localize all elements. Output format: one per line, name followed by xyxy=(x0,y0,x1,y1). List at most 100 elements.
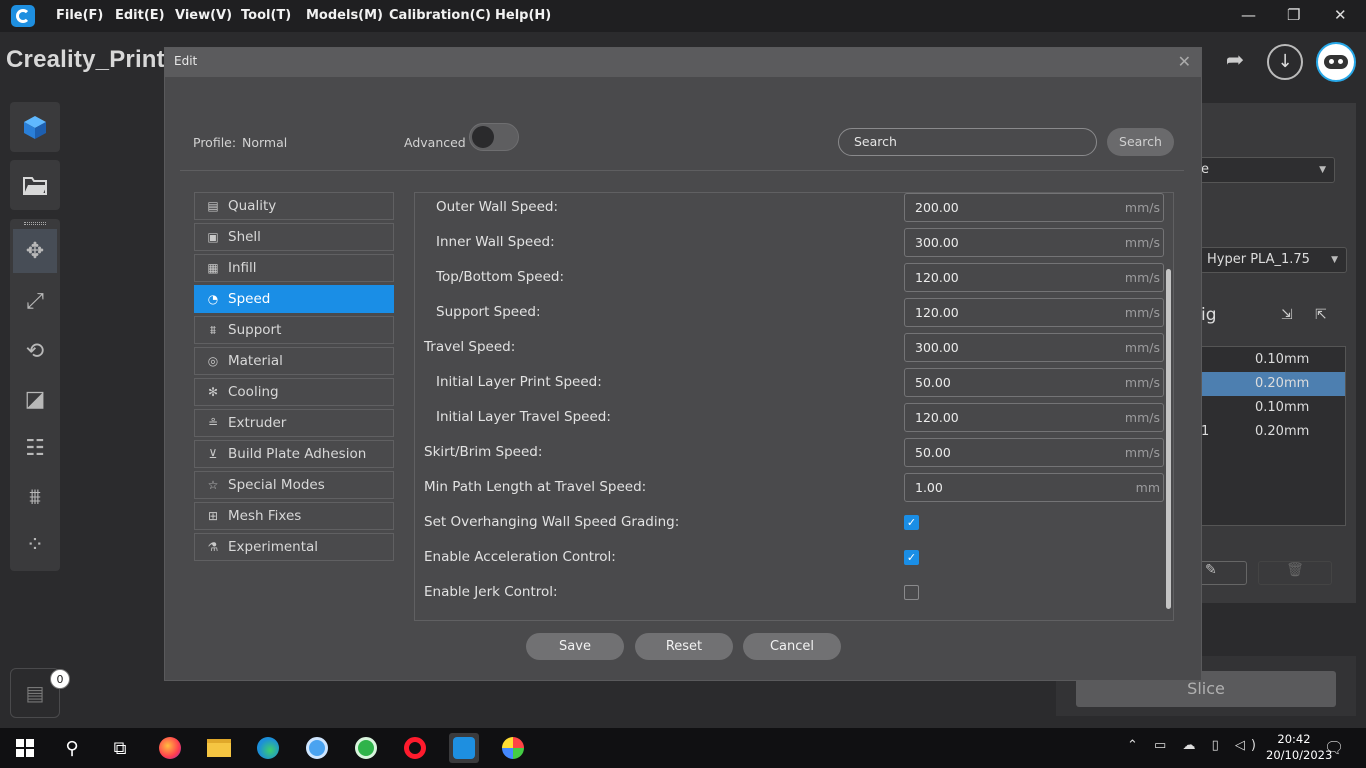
list-item[interactable]: 0.10mm xyxy=(1201,348,1345,372)
list-item[interactable]: 0.10mm xyxy=(1201,396,1345,420)
scrollbar[interactable] xyxy=(1166,269,1171,609)
category-quality[interactable]: ▤ Quality xyxy=(194,192,394,220)
profile-label: Profile: xyxy=(193,135,237,150)
preset-select-value: e xyxy=(1201,162,1209,177)
windows-start-icon[interactable] xyxy=(10,733,40,763)
minimize-button[interactable]: — xyxy=(1241,6,1256,24)
category-extruder[interactable]: ≗ Extruder xyxy=(194,409,394,437)
setting-value-field[interactable]: 120.00 mm/s xyxy=(904,403,1164,432)
category-special-modes[interactable]: ☆ Special Modes xyxy=(194,471,394,499)
system-tray[interactable]: ⌃ ▭ ☁ ▯ ◁) xyxy=(1127,738,1262,753)
menu-file[interactable]: File(F) xyxy=(56,8,103,23)
camera-app-icon[interactable] xyxy=(302,733,332,763)
green-app-icon[interactable] xyxy=(351,733,381,763)
list-tool-icon[interactable]: ☷ xyxy=(13,426,57,470)
advanced-toggle[interactable] xyxy=(469,123,519,151)
setting-value-field[interactable]: 50.00 mm/s xyxy=(904,438,1164,467)
category-support[interactable]: ⩩ Support xyxy=(194,316,394,344)
open-folder-icon[interactable] xyxy=(13,163,57,207)
setting-value: 300.00 xyxy=(915,340,959,355)
creality-print-icon[interactable] xyxy=(449,733,479,763)
search-icon[interactable]: ⚲ xyxy=(57,733,87,763)
setting-row: Enable Acceleration Control: ✓ xyxy=(415,540,1167,575)
preset-select[interactable]: e ▼ xyxy=(1194,157,1335,183)
redo-icon[interactable]: ➦ xyxy=(1220,46,1250,76)
setting-value-field[interactable]: 120.00 mm/s xyxy=(904,298,1164,327)
task-view-icon[interactable]: ⧉ xyxy=(105,733,135,763)
dialog-title: Edit xyxy=(174,54,198,68)
category-label: Experimental xyxy=(228,539,319,555)
maximize-button[interactable]: ❐ xyxy=(1287,6,1300,24)
menu-tool[interactable]: Tool(T) xyxy=(241,8,291,23)
drag-handle-icon[interactable] xyxy=(24,222,46,225)
lay-flat-tool-icon[interactable]: ◪ xyxy=(13,377,57,421)
search-button[interactable]: Search xyxy=(1107,128,1174,156)
setting-row: Enable Jerk Control: xyxy=(415,575,1167,610)
edge-icon[interactable] xyxy=(253,733,283,763)
setting-checkbox[interactable]: ✓ xyxy=(904,515,919,530)
apps-tool-icon[interactable]: ⁘ xyxy=(13,523,57,567)
list-item[interactable]: 0.20mm xyxy=(1201,372,1345,396)
export-icon[interactable]: ⇱ xyxy=(1315,307,1327,323)
setting-unit: mm/s xyxy=(1124,445,1160,460)
firefox-icon[interactable] xyxy=(155,733,185,763)
setting-unit: mm xyxy=(1135,480,1160,495)
setting-label: Skirt/Brim Speed: xyxy=(424,444,543,460)
search-input[interactable]: Search xyxy=(838,128,1097,156)
close-icon[interactable]: ✕ xyxy=(1178,52,1191,71)
save-button[interactable]: Save xyxy=(526,633,624,660)
setting-row: Inner Wall Speed: 300.00 mm/s xyxy=(415,225,1167,260)
category-material[interactable]: ◎ Material xyxy=(194,347,394,375)
setting-checkbox[interactable] xyxy=(904,585,919,600)
setting-value-field[interactable]: 1.00 mm xyxy=(904,473,1164,502)
paint-app-icon[interactable] xyxy=(498,733,528,763)
category-label: Mesh Fixes xyxy=(228,508,302,524)
support-tool-icon[interactable]: ⩩ xyxy=(13,475,57,519)
category-shell[interactable]: ▣ Shell xyxy=(194,223,394,251)
notification-icon[interactable]: 🗨 xyxy=(1324,738,1344,757)
setting-value-field[interactable]: 300.00 mm/s xyxy=(904,333,1164,362)
list-item[interactable]: 1 0.20mm xyxy=(1201,420,1345,444)
trash-icon[interactable]: 🗑 xyxy=(1258,561,1332,585)
file-explorer-icon[interactable] xyxy=(204,733,234,763)
move-tool-icon[interactable]: ✥ xyxy=(13,229,57,273)
menu-models[interactable]: Models(M) xyxy=(306,8,383,23)
category-experimental[interactable]: ⚗ Experimental xyxy=(194,533,394,561)
setting-label: Initial Layer Print Speed: xyxy=(436,374,602,390)
category-speed[interactable]: ◔ Speed xyxy=(194,285,394,313)
setting-value-field[interactable]: 200.00 mm/s xyxy=(904,193,1164,222)
opera-icon[interactable] xyxy=(400,733,430,763)
import-icon[interactable]: ⇲ xyxy=(1281,307,1293,323)
setting-value: 50.00 xyxy=(915,375,951,390)
rotate-tool-icon[interactable]: ⟲ xyxy=(13,329,57,373)
cancel-button[interactable]: Cancel xyxy=(743,633,841,660)
menu-view[interactable]: View(V) xyxy=(175,8,232,23)
menu-edit[interactable]: Edit(E) xyxy=(115,8,165,23)
shell-icon: ▣ xyxy=(207,230,219,244)
setting-checkbox[interactable]: ✓ xyxy=(904,550,919,565)
setting-label: Initial Layer Travel Speed: xyxy=(436,409,611,425)
toggle-knob xyxy=(472,126,494,148)
category-mesh-fixes[interactable]: ⊞ Mesh Fixes xyxy=(194,502,394,530)
model-library-icon[interactable] xyxy=(13,105,57,149)
setting-row: Support Speed: 120.00 mm/s xyxy=(415,295,1167,330)
category-build-plate-adhesion[interactable]: ⊻ Build Plate Adhesion xyxy=(194,440,394,468)
reset-button[interactable]: Reset xyxy=(635,633,733,660)
setting-value: 120.00 xyxy=(915,305,959,320)
dialog-title-bar[interactable]: Edit ✕ xyxy=(165,48,1201,77)
category-cooling[interactable]: ✻ Cooling xyxy=(194,378,394,406)
filament-select[interactable]: Hyper PLA_1.75 ▼ xyxy=(1200,247,1347,273)
clock[interactable]: 20:42 20/10/2023 xyxy=(1266,731,1332,763)
setting-value-field[interactable]: 300.00 mm/s xyxy=(904,228,1164,257)
sidebar-open-group xyxy=(10,160,60,210)
close-window-button[interactable]: ✕ xyxy=(1334,6,1347,24)
category-infill[interactable]: ▦ Infill xyxy=(194,254,394,282)
avatar[interactable] xyxy=(1316,42,1356,82)
setting-value-field[interactable]: 50.00 mm/s xyxy=(904,368,1164,397)
scale-tool-icon[interactable]: ⤢ xyxy=(13,279,57,323)
edit-icon[interactable]: ✎ xyxy=(1198,561,1247,585)
setting-value-field[interactable]: 120.00 mm/s xyxy=(904,263,1164,292)
menu-help[interactable]: Help(H) xyxy=(495,8,551,23)
download-icon[interactable]: ↓ xyxy=(1267,44,1303,80)
menu-calibration[interactable]: Calibration(C) xyxy=(389,8,491,23)
